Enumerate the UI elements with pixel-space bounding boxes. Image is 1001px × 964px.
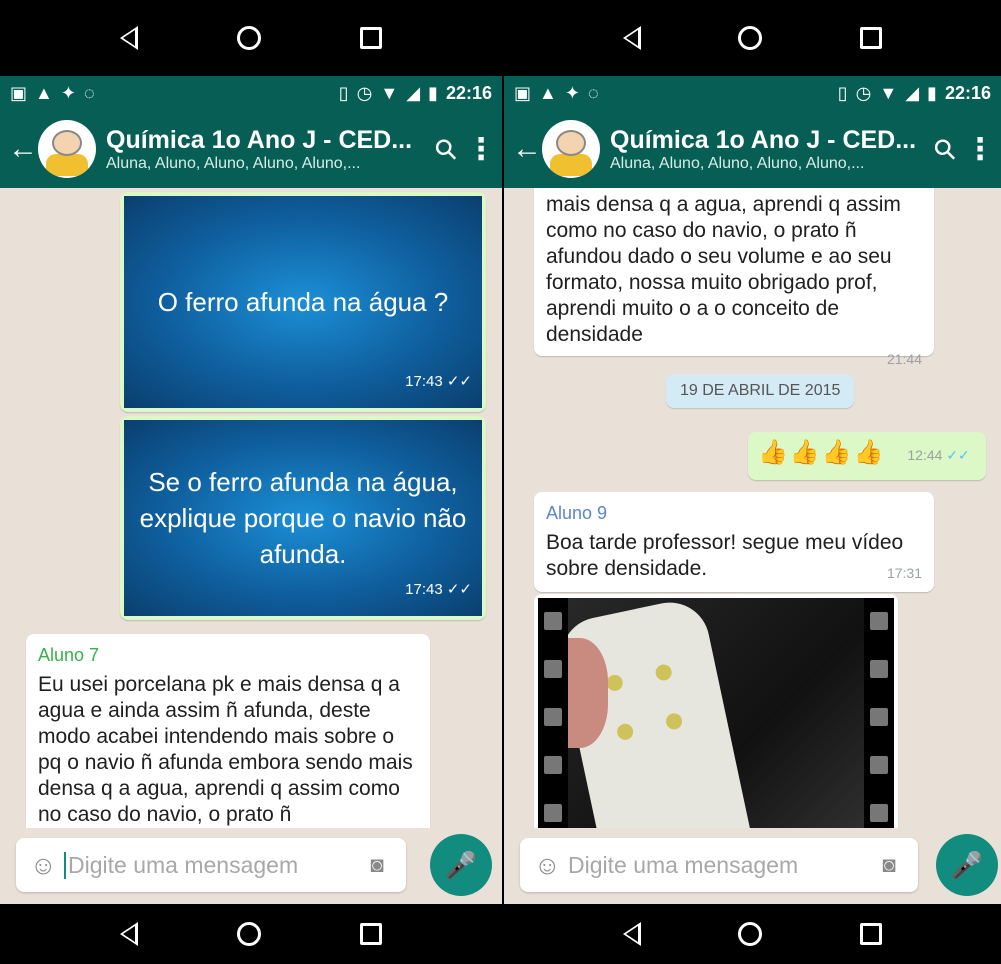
group-members: Aluna, Aluno, Aluno, Aluno, Aluno,... bbox=[106, 154, 361, 172]
voicemail-icon: ◌ bbox=[587, 82, 599, 103]
nav-recent-icon[interactable] bbox=[360, 923, 383, 945]
incoming-message[interactable]: Aluno 7 Eu usei porcelana pk e mais dens… bbox=[26, 634, 430, 828]
message-list: mais densa q a agua, aprendi q assim com… bbox=[504, 188, 1001, 828]
slide-text: Se o ferro afunda na água, explique porq… bbox=[139, 467, 467, 569]
message-time: 12:44 ✓✓ bbox=[907, 447, 970, 463]
status-bar: ▣ ▲ ✦ ◌ ▯ ◷ ▼ ◢ ▮ 22:16 bbox=[0, 76, 502, 110]
image-message[interactable]: O ferro afunda na água ? 17:43 ✓✓ bbox=[120, 192, 486, 412]
paperclip-icon[interactable]: ⚲ bbox=[420, 123, 472, 175]
alarm-icon: ◷ bbox=[855, 82, 872, 103]
left-screen: ▣ ▲ ✦ ◌ ▯ ◷ ▼ ◢ ▮ 22:16 ← Química 1o Ano… bbox=[0, 0, 502, 964]
nav-back-icon[interactable] bbox=[622, 922, 641, 946]
nav-back-icon[interactable] bbox=[119, 26, 138, 50]
warning-icon: ▲ bbox=[35, 82, 53, 103]
message-time: 17:43 ✓✓ bbox=[405, 373, 472, 390]
input-bar: ☺ Digite uma mensagem ◙ 🎤 bbox=[504, 828, 1001, 904]
warning-icon: ▲ bbox=[539, 82, 557, 103]
chat-header: ← Química 1o Ano J - CED... Aluna, Aluno… bbox=[504, 110, 1001, 188]
message-text: mais densa q a agua, aprendi q assim com… bbox=[546, 193, 901, 346]
nav-back-icon[interactable] bbox=[622, 26, 641, 50]
more-vert-icon[interactable]: ⋮ bbox=[466, 132, 496, 167]
wifi-icon: ▼ bbox=[879, 82, 898, 103]
image-icon: ▣ bbox=[514, 82, 532, 103]
runner-icon: ✦ bbox=[60, 82, 76, 103]
paperclip-icon[interactable]: ⚲ bbox=[919, 123, 971, 175]
film-strip-right bbox=[864, 598, 894, 828]
sender-name: Aluno 9 bbox=[546, 503, 608, 523]
group-members: Aluna, Aluno, Aluno, Aluno, Aluno,... bbox=[610, 154, 865, 172]
input-bar: ☺ Digite uma mensagem ◙ 🎤 bbox=[0, 828, 502, 904]
mic-icon[interactable]: 🎤 bbox=[936, 834, 998, 896]
group-title: Química 1o Ano J - CED... bbox=[106, 125, 413, 154]
nav-home-icon[interactable] bbox=[236, 922, 261, 946]
incoming-message[interactable]: mais densa q a agua, aprendi q assim com… bbox=[534, 188, 934, 367]
video-thumbnail bbox=[538, 598, 894, 828]
runner-icon: ✦ bbox=[564, 82, 580, 103]
date-divider: 19 DE ABRIL DE 2015 bbox=[666, 374, 855, 408]
header-titles[interactable]: Química 1o Ano J - CED... Aluna, Aluno, … bbox=[610, 126, 925, 173]
thumbs-up-emoji: 👍👍👍👍 bbox=[758, 439, 886, 466]
sender-name: Aluno 7 bbox=[38, 645, 100, 665]
message-input-box[interactable]: ☺ Digite uma mensagem ◙ bbox=[520, 838, 918, 892]
message-text: Eu usei porcelana pk e mais densa q a ag… bbox=[38, 673, 413, 826]
emoji-icon[interactable]: ☺ bbox=[30, 850, 64, 881]
nav-recent-icon[interactable] bbox=[360, 27, 383, 49]
outgoing-message[interactable]: 👍👍👍👍 12:44 ✓✓ bbox=[748, 432, 986, 480]
film-strip-left bbox=[538, 598, 568, 828]
nav-back-icon[interactable] bbox=[119, 922, 138, 946]
message-input-box[interactable]: ☺ Digite uma mensagem ◙ bbox=[16, 838, 406, 892]
battery-icon: ▮ bbox=[428, 82, 438, 103]
camera-icon[interactable]: ◙ bbox=[874, 852, 904, 878]
voicemail-icon: ◌ bbox=[83, 82, 95, 103]
message-time: 17:43 ✓✓ bbox=[405, 581, 472, 598]
bottom-nav-bar bbox=[504, 904, 1001, 964]
group-avatar[interactable] bbox=[38, 120, 96, 178]
alarm-icon: ◷ bbox=[356, 82, 373, 103]
message-input[interactable]: Digite uma mensagem bbox=[64, 851, 362, 879]
message-time: 21:44 bbox=[886, 351, 922, 367]
mic-icon[interactable]: 🎤 bbox=[430, 834, 492, 896]
signal-icon: ◢ bbox=[905, 82, 920, 103]
signal-icon: ◢ bbox=[406, 82, 421, 103]
image-icon: ▣ bbox=[10, 82, 28, 103]
status-time: 22:16 bbox=[445, 82, 492, 103]
top-nav-bar bbox=[0, 0, 502, 76]
top-nav-bar bbox=[504, 0, 1001, 76]
bottom-nav-bar bbox=[0, 904, 502, 964]
video-message[interactable] bbox=[534, 594, 898, 828]
nav-home-icon[interactable] bbox=[738, 922, 763, 946]
wifi-icon: ▼ bbox=[380, 82, 399, 103]
vibrate-icon: ▯ bbox=[837, 82, 848, 103]
header-titles[interactable]: Química 1o Ano J - CED... Aluna, Aluno, … bbox=[106, 126, 426, 173]
message-list: O ferro afunda na água ? 17:43 ✓✓ Se o f… bbox=[0, 188, 502, 828]
incoming-message[interactable]: Aluno 9 Boa tarde professor! segue meu v… bbox=[534, 492, 934, 592]
camera-icon[interactable]: ◙ bbox=[362, 852, 392, 878]
back-arrow-icon[interactable]: ← bbox=[8, 132, 38, 166]
nav-home-icon[interactable] bbox=[236, 26, 261, 50]
nav-home-icon[interactable] bbox=[738, 26, 763, 50]
nav-recent-icon[interactable] bbox=[860, 923, 883, 945]
group-title: Química 1o Ano J - CED... bbox=[610, 125, 917, 154]
message-input[interactable]: Digite uma mensagem bbox=[568, 852, 874, 879]
emoji-icon[interactable]: ☺ bbox=[534, 850, 568, 881]
battery-icon: ▮ bbox=[927, 82, 937, 103]
slide-text: O ferro afunda na água ? bbox=[157, 287, 449, 317]
back-arrow-icon[interactable]: ← bbox=[512, 132, 542, 166]
group-avatar[interactable] bbox=[542, 120, 600, 178]
right-screen: ▣ ▲ ✦ ◌ ▯ ◷ ▼ ◢ ▮ 22:16 ← Química 1o Ano… bbox=[504, 0, 1001, 964]
image-message[interactable]: Se o ferro afunda na água, explique porq… bbox=[120, 416, 486, 620]
chat-header: ← Química 1o Ano J - CED... Aluna, Aluno… bbox=[0, 110, 502, 188]
nav-recent-icon[interactable] bbox=[860, 27, 883, 49]
vibrate-icon: ▯ bbox=[338, 82, 349, 103]
status-bar: ▣ ▲ ✦ ◌ ▯ ◷ ▼ ◢ ▮ 22:16 bbox=[504, 76, 1001, 110]
status-time: 22:16 bbox=[944, 82, 991, 103]
more-vert-icon[interactable]: ⋮ bbox=[965, 132, 995, 167]
